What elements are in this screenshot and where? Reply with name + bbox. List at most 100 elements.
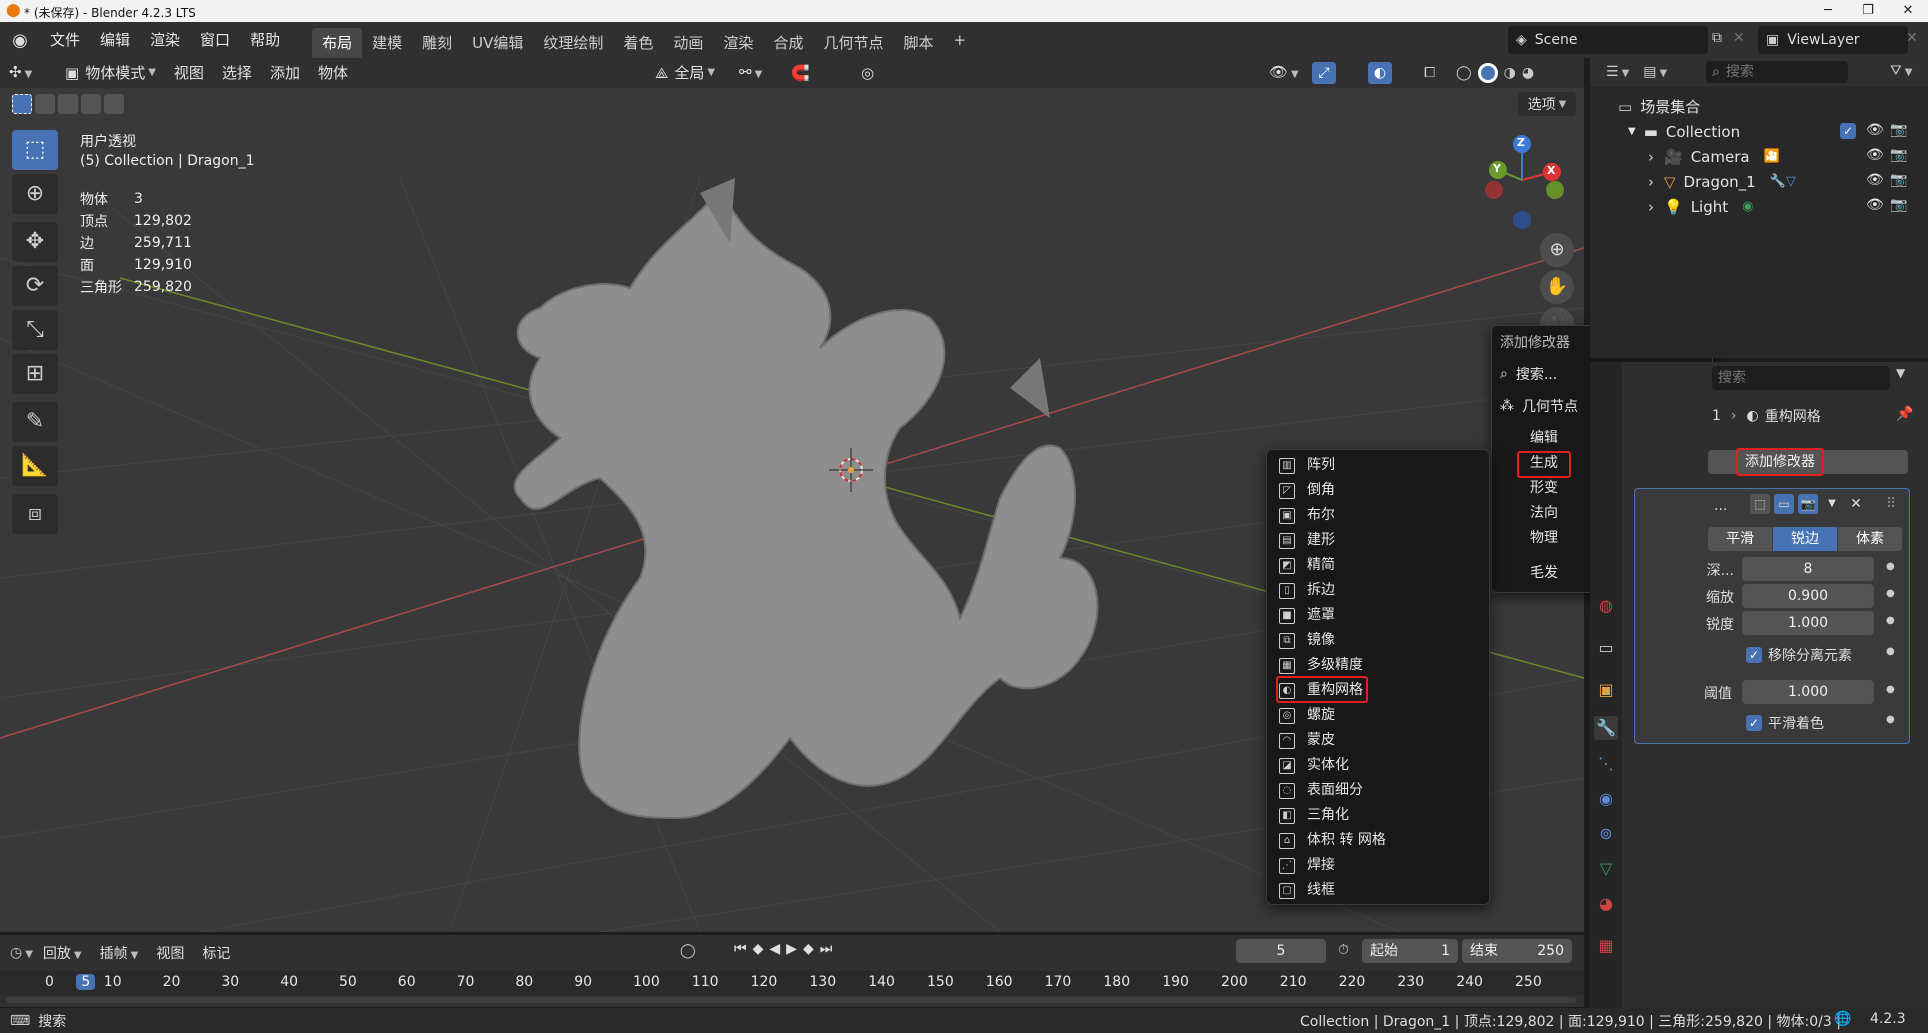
maximize-button[interactable]: ❐ (1848, 0, 1888, 22)
generate-item[interactable]: ▢ 线框 (1267, 878, 1491, 903)
mode-tab-1[interactable]: 锐边 (1773, 527, 1837, 551)
select-box-mode-icon[interactable] (12, 94, 32, 114)
collection-render-icon[interactable]: 📷 (1890, 122, 1907, 138)
filter-icon[interactable]: ⛛ ▼ (1890, 63, 1912, 79)
top-menu-0[interactable]: 文件 (40, 22, 90, 58)
timeline-menu-1[interactable]: 插帧 ▼ (100, 943, 139, 963)
display-mode-icon[interactable]: ▤ ▼ (1643, 64, 1667, 80)
minimize-button[interactable]: ─ (1808, 0, 1848, 22)
timeline-menu-2[interactable]: 视图 (156, 943, 184, 963)
top-menu-2[interactable]: 渲染 (140, 22, 190, 58)
generate-item[interactable]: ▤ 建形 (1267, 528, 1491, 553)
generate-item[interactable]: ◧ 三角化 (1267, 803, 1491, 828)
start-frame-field[interactable]: 起始 1 (1362, 939, 1458, 963)
object-visibility-icon[interactable]: 👁 (1866, 172, 1884, 188)
workspace-tab-6[interactable]: 动画 (663, 28, 713, 58)
proportional-edit-icon[interactable]: ◎ (852, 58, 883, 88)
wireframe-shading-icon[interactable]: ◯ (1456, 65, 1472, 81)
add-cube-tool[interactable]: ⧈ (12, 494, 58, 534)
expand-arrow-icon[interactable]: › (1648, 148, 1654, 166)
workspace-tab-5[interactable]: 着色 (613, 28, 663, 58)
constraints-tab-icon[interactable]: ⊚ (1594, 822, 1618, 846)
workspace-tab-4[interactable]: 纹理绘制 (533, 28, 613, 58)
snap-icon[interactable]: 🧲 (782, 58, 819, 88)
select-subtract-icon[interactable] (58, 94, 78, 114)
delete-scene-icon[interactable]: ✕ (1733, 30, 1745, 46)
property-value-field[interactable]: 8 (1742, 557, 1874, 581)
select-intersect-icon[interactable] (104, 94, 124, 114)
texture-tab-icon[interactable]: ▦ (1594, 934, 1618, 958)
workspace-tab-2[interactable]: 雕刻 (412, 28, 462, 58)
autokey-icon[interactable]: ◯ (680, 943, 696, 959)
mode-selector[interactable]: ▣ 物体模式 ▼ (56, 58, 165, 88)
status-search[interactable]: ⌨ 搜索 (10, 1011, 66, 1031)
top-menu-3[interactable]: 窗口 (190, 22, 240, 58)
generate-item[interactable]: ■ 遮罩 (1267, 603, 1491, 628)
select-invert-icon[interactable] (81, 94, 101, 114)
workspace-tab-0[interactable]: 布局 (312, 28, 363, 58)
timeline-menu-0[interactable]: 回放 ▼ (43, 943, 82, 963)
material-shading-icon[interactable]: ◑ (1504, 65, 1516, 81)
particles-tab-icon[interactable]: ⋱ (1594, 752, 1618, 776)
collection-visibility-icon[interactable]: 👁 (1866, 122, 1884, 138)
generate-item[interactable]: ◠ 蒙皮 (1267, 728, 1491, 753)
threshold-keyframe-icon[interactable]: ● (1886, 684, 1895, 695)
generate-item[interactable]: ⧉ 镜像 (1267, 628, 1491, 653)
mode-tab-0[interactable]: 平滑 (1708, 527, 1772, 551)
modifier-tab-icon[interactable]: 🔧 (1594, 716, 1618, 740)
collection-exclude-checkbox[interactable]: ✓ (1840, 123, 1856, 139)
pin-icon[interactable]: 📌 (1896, 406, 1913, 422)
workspace-tab-10[interactable]: 脚本 (893, 28, 943, 58)
object-render-icon[interactable]: 📷 (1890, 197, 1907, 213)
generate-item[interactable]: ▯ 拆边 (1267, 578, 1491, 603)
generate-item[interactable]: ◪ 实体化 (1267, 753, 1491, 778)
keyframe-icon[interactable]: ● (1886, 588, 1895, 599)
annotate-tool[interactable]: ✎ (12, 402, 58, 442)
scene-selector[interactable]: ◈ Scene (1508, 26, 1708, 54)
generate-item[interactable]: ⌂ 体积 转 网格 (1267, 828, 1491, 853)
next-keyframe-icon[interactable]: ◆ (803, 941, 814, 957)
generate-item[interactable]: ◌ 表面细分 (1267, 778, 1491, 803)
property-value-field[interactable]: 0.900 (1742, 584, 1874, 608)
modifier-dropdown-icon[interactable]: ▼ (1822, 494, 1842, 514)
editmode-toggle-icon[interactable]: ⬚ (1750, 494, 1770, 514)
current-frame-field[interactable]: 5 (1236, 939, 1326, 963)
pivot-icon[interactable]: ⚯ ▼ (730, 57, 771, 90)
delete-viewlayer-icon[interactable]: ✕ (1906, 30, 1918, 46)
overlay-toggle-icon[interactable]: ◐ (1368, 62, 1392, 84)
navigation-gizmo[interactable]: Z X Y (1480, 130, 1580, 240)
object-visibility-icon[interactable]: 👁 (1866, 197, 1884, 213)
threshold-field[interactable]: 1.000 (1742, 680, 1874, 704)
move-tool[interactable]: ✥ (12, 222, 58, 262)
object-tab-icon[interactable]: ▣ (1594, 678, 1618, 702)
play-reverse-icon[interactable]: ◀ (769, 941, 780, 957)
workspace-tab-7[interactable]: 渲染 (713, 28, 763, 58)
generate-item[interactable]: ▦ 多级精度 (1267, 653, 1491, 678)
world-tab-icon[interactable]: ◍ (1594, 594, 1618, 618)
options-dropdown[interactable]: 选项 ▼ (1518, 92, 1576, 116)
object-visibility-icon[interactable]: 👁 (1866, 147, 1884, 163)
rendered-shading-icon[interactable]: ◕ (1522, 65, 1534, 81)
render-toggle-icon[interactable]: 📷 (1798, 494, 1818, 514)
timeline-editor-icon[interactable]: ◷ ▼ (10, 945, 33, 961)
workspace-tab-3[interactable]: UV编辑 (462, 28, 533, 58)
outliner-item[interactable]: › ▽ Dragon_1 🔧▽ 👁 📷 (1648, 169, 1924, 194)
play-icon[interactable]: ▶ (786, 941, 797, 957)
property-value-field[interactable]: 1.000 (1742, 611, 1874, 635)
select-tool[interactable]: ⬚ (12, 130, 58, 170)
data-tab-icon[interactable]: ▽ (1594, 857, 1618, 881)
xray-icon[interactable]: ⧠ (1424, 62, 1435, 84)
prev-keyframe-icon[interactable]: ◆ (753, 941, 764, 957)
end-frame-field[interactable]: 结束 250 (1462, 939, 1572, 963)
viewlayer-selector[interactable]: ▣ ViewLayer (1758, 26, 1908, 54)
top-menu-1[interactable]: 编辑 (90, 22, 140, 58)
workspace-tab-8[interactable]: 合成 (763, 28, 813, 58)
viewport-menu-1[interactable]: 选择 (213, 58, 261, 88)
keyframe-icon[interactable]: ● (1886, 615, 1895, 626)
add-modifier-button[interactable]: 添加修改器 (1736, 448, 1824, 476)
close-window-button[interactable]: ✕ (1888, 0, 1928, 22)
generate-item[interactable]: ◸ 倒角 (1267, 478, 1491, 503)
generate-item[interactable]: ◎ 螺旋 (1267, 703, 1491, 728)
remove-disconnected-keyframe-icon[interactable]: ● (1886, 646, 1895, 657)
expand-arrow-icon[interactable]: › (1648, 198, 1654, 216)
